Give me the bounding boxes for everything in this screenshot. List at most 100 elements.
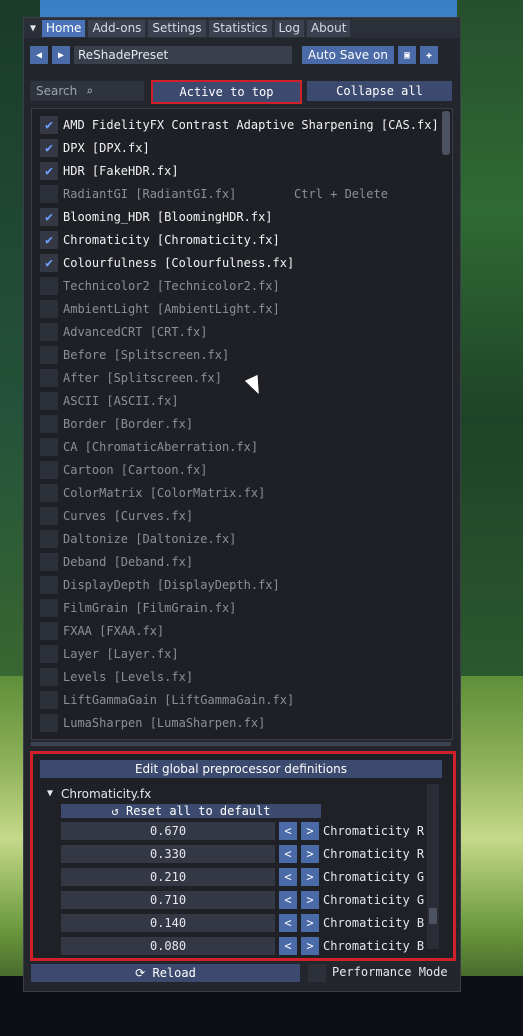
effect-row[interactable]: Technicolor2 [Technicolor2.fx] <box>40 276 280 296</box>
increment-button[interactable]: > <box>301 914 319 932</box>
effect-checkbox[interactable] <box>40 277 58 295</box>
effect-list-scrollbar[interactable] <box>442 111 450 155</box>
effect-row[interactable]: FXAA [FXAA.fx] <box>40 621 164 641</box>
effect-checkbox[interactable] <box>40 484 58 502</box>
effect-checkbox[interactable] <box>40 668 58 686</box>
effect-row[interactable]: ColorMatrix [ColorMatrix.fx] <box>40 483 265 503</box>
effect-checkbox[interactable]: ✔ <box>40 208 58 226</box>
effect-checkbox[interactable]: ✔ <box>40 231 58 249</box>
effect-checkbox[interactable] <box>40 300 58 318</box>
performance-mode-checkbox[interactable] <box>308 964 326 982</box>
tab-about[interactable]: About <box>306 19 351 37</box>
effect-checkbox[interactable] <box>40 714 58 732</box>
effect-row[interactable]: ASCII [ASCII.fx] <box>40 391 179 411</box>
effect-row[interactable]: ✔ DPX [DPX.fx] <box>40 138 150 158</box>
preset-selector[interactable]: ReShadePreset <box>74 46 292 64</box>
increment-button[interactable]: > <box>301 845 319 863</box>
auto-save-toggle[interactable]: Auto Save on <box>302 46 394 64</box>
next-preset-button[interactable]: ▶ <box>52 46 70 64</box>
parameter-value-field[interactable]: 0.330 <box>61 845 275 863</box>
decrement-button[interactable]: < <box>279 914 297 932</box>
effect-row[interactable]: Border [Border.fx] <box>40 414 193 434</box>
parameter-value-field[interactable]: 0.210 <box>61 868 275 886</box>
effect-row[interactable]: ✔ AMD FidelityFX Contrast Adaptive Sharpe… <box>40 115 439 135</box>
effect-row[interactable]: After [Splitscreen.fx] <box>40 368 222 388</box>
effect-row[interactable]: ✔ HDR [FakeHDR.fx] <box>40 161 179 181</box>
effect-row[interactable]: Levels [Levels.fx] <box>40 667 193 687</box>
effect-row[interactable]: AmbientLight [AmbientLight.fx] <box>40 299 280 319</box>
save-preset-button[interactable]: ▣ <box>398 46 416 64</box>
increment-button[interactable]: > <box>301 891 319 909</box>
effect-checkbox[interactable] <box>40 576 58 594</box>
effect-row[interactable]: Deband [Deband.fx] <box>40 552 193 572</box>
tab-statistics[interactable]: Statistics <box>208 19 272 37</box>
effect-checkbox[interactable]: ✔ <box>40 254 58 272</box>
effect-checkbox[interactable] <box>40 346 58 364</box>
effect-checkbox[interactable] <box>40 438 58 456</box>
effect-checkbox[interactable] <box>40 369 58 387</box>
increment-button[interactable]: > <box>301 822 319 840</box>
search-input[interactable]: Search ⌕ <box>30 81 144 101</box>
effect-row[interactable]: FilmGrain [FilmGrain.fx] <box>40 598 236 618</box>
effect-label: HDR [FakeHDR.fx] <box>63 164 179 178</box>
collapse-all-button[interactable]: Collapse all <box>307 81 452 101</box>
panel-splitter[interactable] <box>31 742 451 746</box>
effect-checkbox[interactable] <box>40 645 58 663</box>
effect-checkbox[interactable] <box>40 507 58 525</box>
effect-row[interactable]: LiftGammaGain [LiftGammaGain.fx] <box>40 690 294 710</box>
add-preset-button[interactable]: ✚ <box>420 46 438 64</box>
tab-home[interactable]: Home <box>42 19 86 37</box>
active-to-top-button[interactable]: Active to top <box>151 80 302 104</box>
effect-checkbox[interactable] <box>40 415 58 433</box>
parameter-value-field[interactable]: 0.140 <box>61 914 275 932</box>
effect-row[interactable]: ✔ Chromaticity [Chromaticity.fx] <box>40 230 280 250</box>
effect-row[interactable]: LumaSharpen [LumaSharpen.fx] <box>40 713 265 733</box>
effect-checkbox[interactable]: ✔ <box>40 116 58 134</box>
increment-button[interactable]: > <box>301 937 319 955</box>
effect-row[interactable]: RadiantGI [RadiantGI.fx] <box>40 184 236 204</box>
previous-preset-button[interactable]: ◀ <box>30 46 48 64</box>
effect-row[interactable]: ✔ Blooming_HDR [BloomingHDR.fx] <box>40 207 273 227</box>
effect-section-title[interactable]: Chromaticity.fx <box>61 787 151 801</box>
decrement-button[interactable]: < <box>279 891 297 909</box>
settings-scrollbar-thumb[interactable] <box>429 908 437 924</box>
parameter-label: Chromaticity R <box>323 824 425 838</box>
effect-checkbox[interactable] <box>40 392 58 410</box>
reset-all-button[interactable]: ↺ Reset all to default <box>61 804 321 818</box>
decrement-button[interactable]: < <box>279 822 297 840</box>
increment-button[interactable]: > <box>301 868 319 886</box>
reload-button[interactable]: ⟳ Reload <box>31 964 300 982</box>
collapse-window-icon[interactable]: ▼ <box>24 18 42 38</box>
tab-settings[interactable]: Settings <box>148 19 206 37</box>
tab-add-ons[interactable]: Add-ons <box>88 19 146 37</box>
decrement-button[interactable]: < <box>279 868 297 886</box>
effect-row[interactable]: Cartoon [Cartoon.fx] <box>40 460 208 480</box>
effect-row[interactable]: Layer [Layer.fx] <box>40 644 179 664</box>
effect-row[interactable]: Curves [Curves.fx] <box>40 506 193 526</box>
parameter-value-field[interactable]: 0.080 <box>61 937 275 955</box>
effect-checkbox[interactable] <box>40 622 58 640</box>
effect-checkbox[interactable] <box>40 530 58 548</box>
decrement-button[interactable]: < <box>279 845 297 863</box>
effect-row[interactable]: ✔ Colourfulness [Colourfulness.fx] <box>40 253 294 273</box>
parameter-value-field[interactable]: 0.670 <box>61 822 275 840</box>
parameter-value-field[interactable]: 0.710 <box>61 891 275 909</box>
effect-checkbox[interactable] <box>40 323 58 341</box>
settings-scrollbar[interactable] <box>427 784 439 949</box>
effect-checkbox[interactable] <box>40 553 58 571</box>
effect-checkbox[interactable]: ✔ <box>40 139 58 157</box>
effect-checkbox[interactable] <box>40 185 58 203</box>
effect-row[interactable]: AdvancedCRT [CRT.fx] <box>40 322 208 342</box>
effect-row[interactable]: Daltonize [Daltonize.fx] <box>40 529 236 549</box>
expand-arrow-icon[interactable]: ▼ <box>47 788 53 799</box>
effect-row[interactable]: DisplayDepth [DisplayDepth.fx] <box>40 575 280 595</box>
effect-row[interactable]: CA [ChromaticAberration.fx] <box>40 437 258 457</box>
effect-row[interactable]: Before [Splitscreen.fx] <box>40 345 229 365</box>
effect-checkbox[interactable]: ✔ <box>40 162 58 180</box>
effect-checkbox[interactable] <box>40 691 58 709</box>
edit-global-definitions-button[interactable]: Edit global preprocessor definitions <box>40 760 442 778</box>
decrement-button[interactable]: < <box>279 937 297 955</box>
tab-log[interactable]: Log <box>274 19 304 37</box>
effect-checkbox[interactable] <box>40 599 58 617</box>
effect-checkbox[interactable] <box>40 461 58 479</box>
